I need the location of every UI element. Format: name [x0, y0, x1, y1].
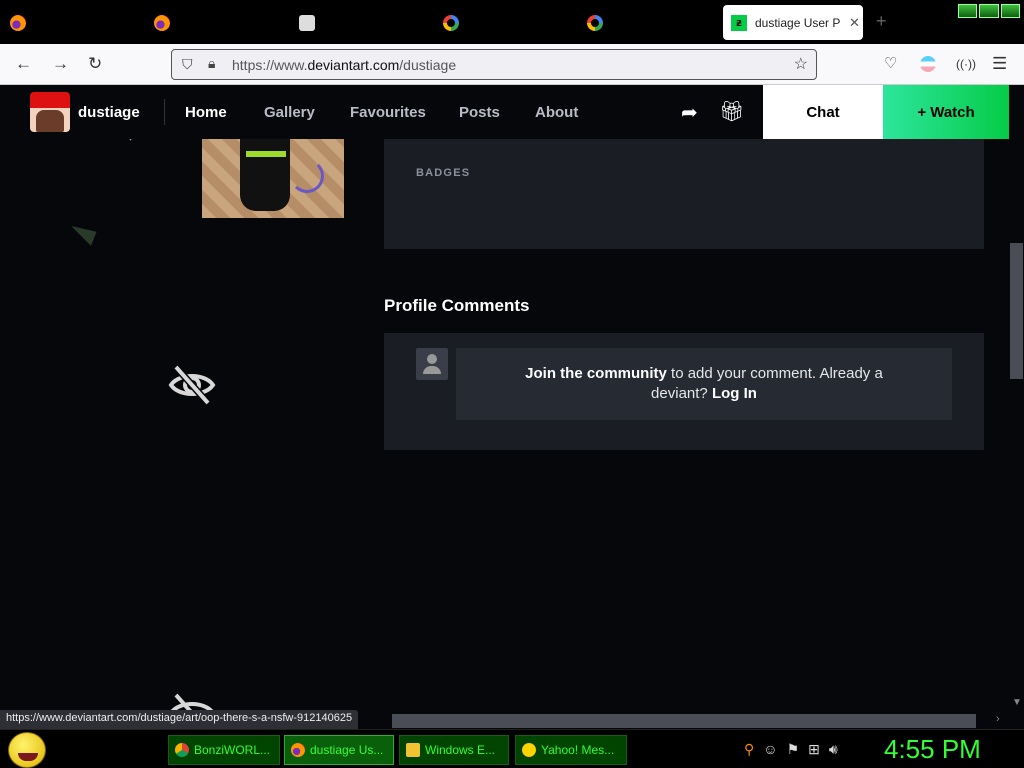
gift-icon[interactable]: 🎁︎: [719, 99, 744, 124]
start-button[interactable]: [8, 732, 46, 768]
taskbar-item[interactable]: BonziWORL...: [168, 735, 280, 765]
firefox-icon: [10, 14, 26, 31]
google-icon: [443, 14, 459, 31]
browser-tab-bar: ƶ dustiage User P ✕ +: [0, 0, 1024, 44]
browser-tab[interactable]: [299, 5, 315, 40]
window-controls[interactable]: [958, 4, 1020, 18]
username[interactable]: dustiage: [78, 104, 140, 121]
back-icon[interactable]: ←: [15, 54, 32, 74]
avatar[interactable]: [30, 92, 70, 132]
network-icon[interactable]: ⊞: [808, 741, 820, 758]
taskbar-item-label: BonziWORL...: [194, 743, 271, 757]
tab-title: dustiage User P: [755, 15, 841, 30]
taskbar-item-label: Yahoo! Mes...: [541, 743, 615, 757]
bookmark-star-icon[interactable]: ☆: [794, 54, 808, 74]
shield-icon[interactable]: ⛉: [182, 56, 193, 73]
browser-tab[interactable]: [443, 5, 459, 40]
deviantart-icon: ƶ: [731, 14, 747, 31]
chat-button[interactable]: Chat: [763, 85, 883, 139]
chrome-icon: [175, 743, 189, 757]
user-placeholder-icon: [416, 348, 448, 380]
nav-favourites[interactable]: Favourites: [350, 104, 426, 121]
eye-off-icon[interactable]: [168, 361, 216, 409]
browser-tab[interactable]: [587, 5, 603, 40]
taskbar-item-label: dustiage Us...: [310, 743, 384, 757]
vertical-scrollbar[interactable]: ▼: [1009, 139, 1024, 713]
extension-icon[interactable]: [920, 56, 936, 72]
new-tab-button[interactable]: +: [876, 11, 887, 32]
status-url: https://www.deviantart.com/dustiage/art/…: [0, 710, 359, 729]
google-icon: [587, 14, 603, 31]
close-tab-icon[interactable]: ✕: [849, 15, 860, 31]
forward-icon[interactable]: →: [52, 54, 69, 74]
folder-icon: [406, 743, 420, 757]
address-bar[interactable]: ⛉ 🔒︎ https://www.deviantart.com/dustiage…: [171, 49, 817, 80]
messenger-icon[interactable]: ☺: [763, 741, 777, 758]
page-content: ▾ BADGES Profile Comments Join the commu…: [0, 139, 1009, 713]
flag-icon[interactable]: ⚑: [787, 741, 800, 758]
comment-prompt: Join the community to add your comment. …: [456, 348, 952, 420]
reload-icon[interactable]: ↻: [88, 54, 102, 74]
profile-comments-title: Profile Comments: [384, 296, 530, 315]
browser-tab[interactable]: [10, 5, 26, 40]
nav-gallery[interactable]: Gallery: [264, 104, 315, 121]
taskbar-item[interactable]: dustiage Us...: [284, 735, 394, 765]
nav-posts[interactable]: Posts: [459, 104, 500, 121]
scroll-right-icon[interactable]: ›: [996, 713, 1000, 725]
cat-icon: [299, 14, 315, 31]
search-icon[interactable]: ⚲: [744, 741, 754, 758]
badges-title: BADGES: [416, 167, 471, 179]
scroll-down-icon[interactable]: ▼: [1012, 697, 1022, 708]
nav-home[interactable]: Home: [185, 104, 227, 121]
login-link[interactable]: Log In: [712, 385, 757, 402]
nav-about[interactable]: About: [535, 104, 578, 121]
system-tray: ⚲ ☺ ⚑ ⊞ 🔊︎: [744, 741, 838, 758]
menu-icon[interactable]: ☰: [992, 54, 1007, 74]
artwork-thumbnail[interactable]: [202, 139, 344, 218]
horizontal-scrollbar-thumb[interactable]: [392, 714, 976, 728]
deviant-header: dustiage Home Gallery Favourites Posts A…: [0, 85, 1024, 139]
comments-card: Join the community to add your comment. …: [384, 333, 984, 450]
taskbar: BonziWORL... dustiage Us... Windows E...…: [0, 729, 1024, 768]
taskbar-item-label: Windows E...: [425, 743, 496, 757]
browser-toolbar: ← → ↻ ⛉ 🔒︎ https://www.deviantart.com/du…: [0, 44, 1024, 85]
url-text[interactable]: https://www.deviantart.com/dustiage: [232, 57, 456, 73]
yahoo-icon: [522, 743, 536, 757]
mouse-cursor-icon: [71, 216, 101, 246]
watch-button[interactable]: + Watch: [883, 85, 1009, 139]
podcast-icon[interactable]: ((·)): [956, 57, 976, 71]
join-community-link[interactable]: Join the community: [525, 365, 667, 382]
divider: [164, 99, 165, 125]
share-icon[interactable]: ➦: [681, 100, 698, 125]
chevron-down-icon[interactable]: ▾: [128, 139, 133, 144]
badges-card: BADGES: [384, 139, 984, 249]
browser-tab[interactable]: [154, 5, 170, 40]
taskbar-item[interactable]: Yahoo! Mes...: [515, 735, 627, 765]
scrollbar-thumb[interactable]: [1010, 243, 1023, 379]
taskbar-item[interactable]: Windows E...: [399, 735, 509, 765]
browser-tab-active[interactable]: ƶ dustiage User P ✕: [723, 5, 863, 40]
firefox-icon: [291, 743, 305, 757]
clock: 4:55 PM: [884, 734, 981, 764]
volume-icon[interactable]: 🔊︎: [829, 741, 838, 758]
firefox-icon: [154, 14, 170, 31]
lock-icon[interactable]: 🔒︎: [208, 55, 215, 72]
pocket-icon[interactable]: ♡: [884, 54, 897, 72]
